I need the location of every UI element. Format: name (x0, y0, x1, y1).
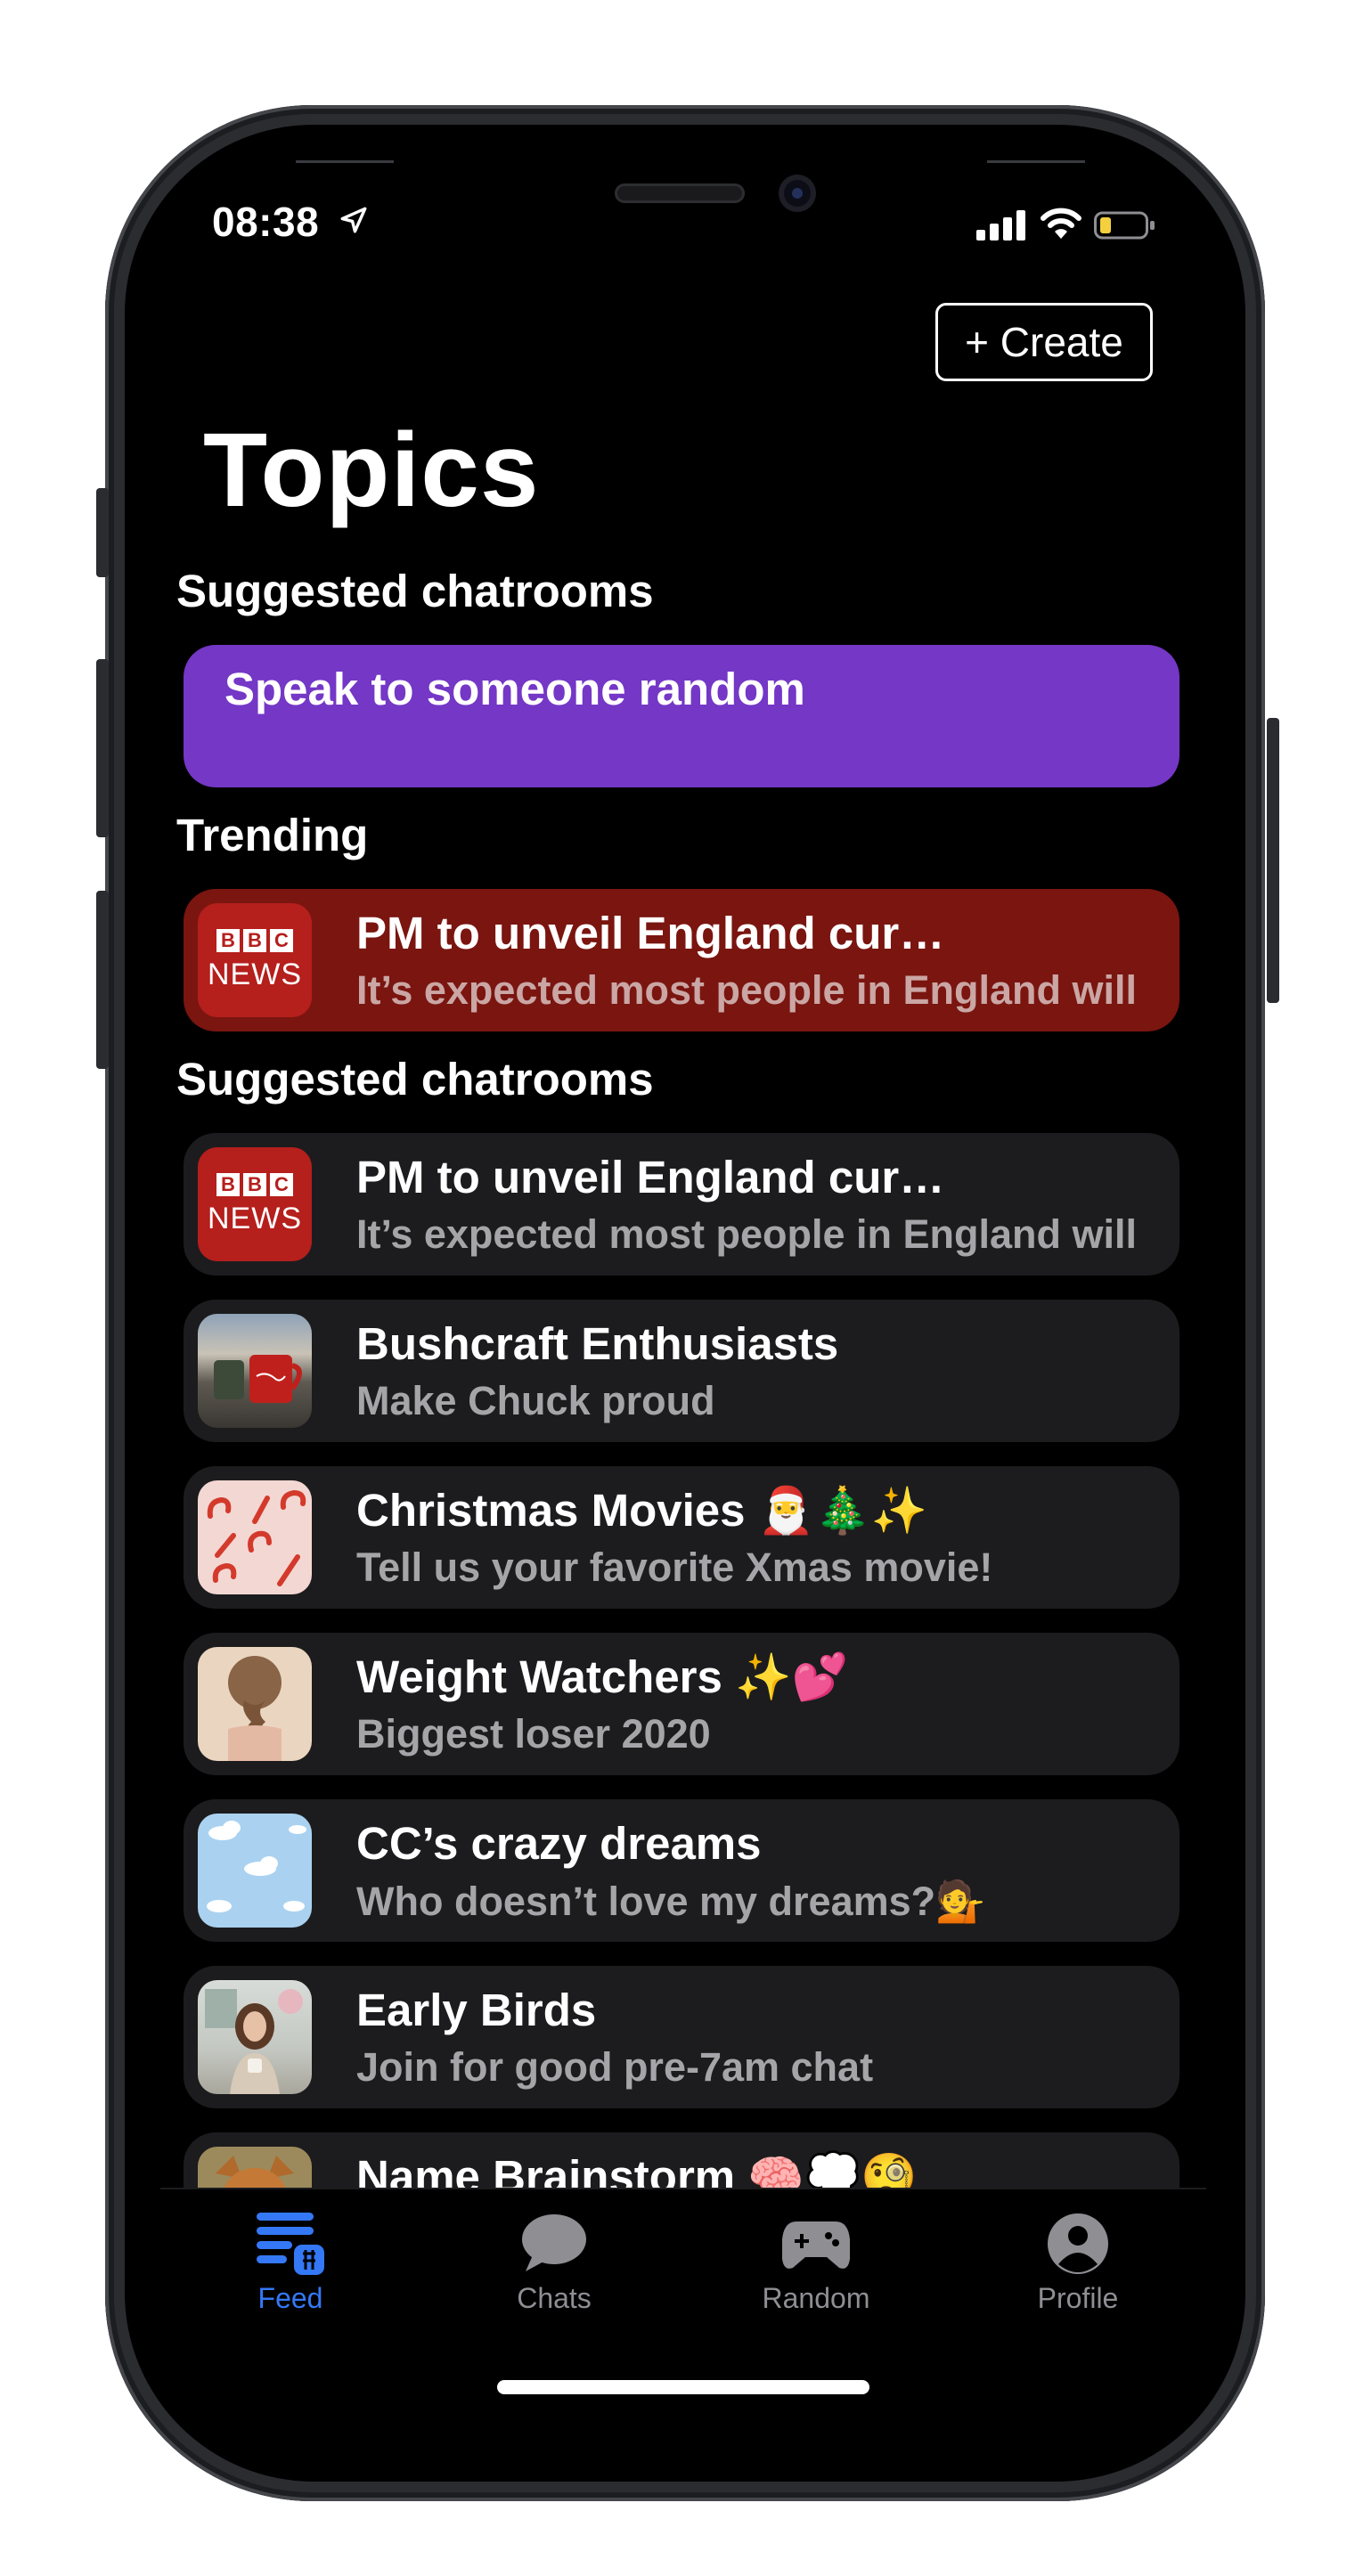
chatroom-card[interactable]: B B C NEWS PM to unveil England cur… It’… (184, 1133, 1179, 1276)
sky-clouds-thumbnail (198, 1814, 312, 1928)
antenna-line (987, 160, 1085, 163)
silent-switch (96, 488, 109, 577)
chatroom-title: Christmas Movies 🎅🎄✨ (356, 1485, 928, 1536)
list-clip: Name Brainstorm 🧠💭🧐 (184, 2132, 1179, 2188)
trending-title: PM to unveil England cur… (356, 908, 945, 958)
page-title: Topics (203, 412, 540, 529)
section-heading-suggested: Suggested chatrooms (176, 566, 654, 616)
woman-coffee-thumbnail (198, 1980, 312, 2094)
chatroom-subtitle: Join for good pre-7am chat (356, 2044, 874, 2090)
tab-profile[interactable]: Profile (989, 2207, 1167, 2323)
trending-subtitle: It’s expected most people in England wil… (356, 967, 1137, 1013)
chat-bubble-icon (522, 2214, 586, 2271)
section-heading-chatrooms: Suggested chatrooms (176, 1054, 654, 1105)
location-arrow-icon (340, 207, 367, 233)
bbc-logo-letter: C (270, 928, 293, 952)
candy-cane-thumbnail (198, 1480, 312, 1594)
chatroom-card[interactable]: Early Birds Join for good pre-7am chat (184, 1966, 1179, 2108)
bbc-logo-news: NEWS (208, 957, 302, 991)
volume-up-button (96, 659, 109, 837)
battery-icon (1094, 211, 1155, 240)
tab-random[interactable]: Random (727, 2207, 905, 2323)
braid-photo-thumbnail (198, 1647, 312, 1761)
tab-chats-label: Chats (517, 2282, 592, 2314)
create-button[interactable]: + Create (935, 303, 1153, 381)
random-chat-label: Speak to someone random (224, 664, 805, 714)
volume-down-button (96, 891, 109, 1069)
cellular-signal-icon (976, 210, 1025, 240)
chatroom-title: Weight Watchers ✨💕 (356, 1651, 849, 1702)
antenna-line (296, 160, 394, 163)
chatroom-title: Early Birds (356, 1985, 597, 2035)
tab-feed-label: Feed (257, 2282, 323, 2314)
chatroom-card[interactable]: Bushcraft Enthusiasts Make Chuck proud (184, 1300, 1179, 1442)
tab-feed[interactable]: Feed (201, 2207, 380, 2323)
trending-card[interactable]: B B C NEWS PM to unveil England cur… It’… (184, 889, 1179, 1031)
chatroom-card[interactable]: Weight Watchers ✨💕 Biggest loser 2020 (184, 1633, 1179, 1775)
bbc-logo-letter: C (270, 1172, 293, 1196)
bbc-logo-letter: B (243, 928, 266, 952)
gamepad-icon (782, 2221, 850, 2269)
tab-profile-label: Profile (1037, 2282, 1119, 2314)
power-button (1267, 718, 1279, 1003)
earpiece-speaker (615, 183, 745, 203)
chatroom-card[interactable]: Christmas Movies 🎅🎄✨ Tell us your favori… (184, 1466, 1179, 1609)
feed-icon (257, 2213, 324, 2275)
chatroom-card[interactable]: Name Brainstorm 🧠💭🧐 (184, 2132, 1179, 2188)
mugs-photo-thumbnail (198, 1314, 312, 1428)
dog-photo-thumbnail (198, 2147, 312, 2188)
random-chat-card[interactable]: Speak to someone random (184, 645, 1179, 787)
bbc-logo-letter: B (216, 1172, 240, 1196)
chatroom-title: Name Brainstorm 🧠💭🧐 (356, 2151, 918, 2188)
tab-random-label: Random (762, 2282, 870, 2314)
chatroom-subtitle: Biggest loser 2020 (356, 1711, 711, 1757)
status-time: 08:38 (212, 199, 320, 245)
section-heading-trending: Trending (176, 810, 369, 860)
bbc-logo-letter: B (243, 1172, 266, 1196)
profile-icon (1048, 2213, 1108, 2274)
chatroom-title: CC’s crazy dreams (356, 1818, 762, 1869)
chatroom-subtitle: Tell us your favorite Xmas movie! (356, 1545, 993, 1590)
bbc-news-logo: B B C NEWS (198, 1147, 312, 1261)
chatroom-title: PM to unveil England cur… (356, 1152, 945, 1202)
tab-bar-divider (160, 2188, 1206, 2189)
chatroom-subtitle: Who doesn’t love my dreams?💁 (356, 1879, 986, 1924)
front-camera (779, 175, 816, 212)
chatroom-card[interactable]: CC’s crazy dreams Who doesn’t love my dr… (184, 1799, 1179, 1942)
bbc-logo-news: NEWS (208, 1201, 302, 1235)
chatroom-title: Bushcraft Enthusiasts (356, 1318, 839, 1369)
home-indicator (497, 2380, 869, 2394)
bbc-logo-letter: B (216, 928, 240, 952)
chatroom-subtitle: Make Chuck proud (356, 1378, 715, 1423)
chatroom-subtitle: It’s expected most people in England wil… (356, 1211, 1137, 1257)
wifi-icon (1041, 208, 1081, 239)
tab-chats[interactable]: Chats (465, 2207, 643, 2323)
bbc-news-logo: B B C NEWS (198, 903, 312, 1017)
